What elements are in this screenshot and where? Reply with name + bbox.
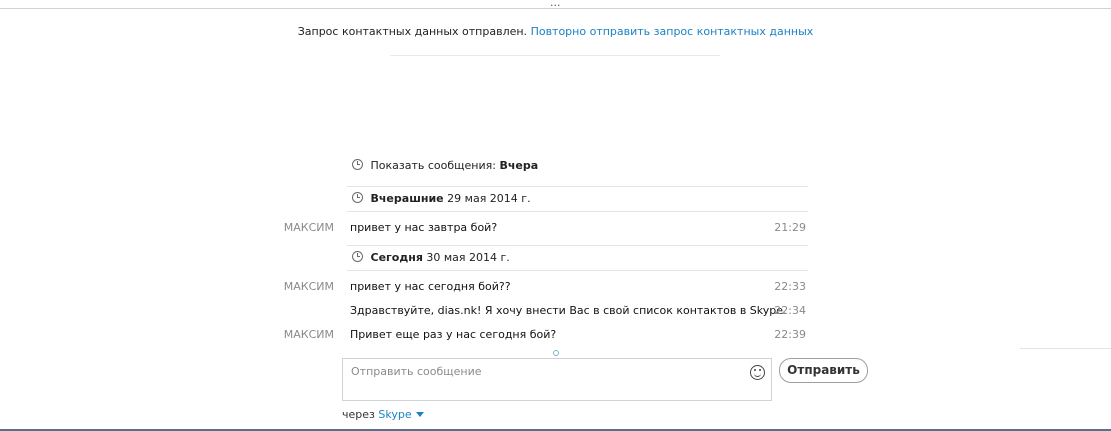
divider xyxy=(347,270,808,271)
send-via: через Skype xyxy=(342,408,424,421)
scroll-indicator xyxy=(553,350,559,356)
day-header-today: Сегодня 30 мая 2014 г. xyxy=(352,251,510,264)
resend-request-link[interactable]: Повторно отправить запрос контактных дан… xyxy=(531,25,814,38)
via-label: через xyxy=(342,408,375,421)
day-date: 30 мая 2014 г. xyxy=(426,251,510,264)
message-time: 22:33 xyxy=(774,280,806,293)
divider xyxy=(347,245,808,246)
dropdown-arrow-icon xyxy=(415,412,424,417)
divider xyxy=(347,211,808,212)
divider xyxy=(1020,348,1111,349)
clock-icon xyxy=(352,192,363,203)
message-time: 22:39 xyxy=(774,328,806,341)
message-text: Здравствуйте, dias.nk! Я хочу внести Вас… xyxy=(350,304,787,317)
clock-icon xyxy=(352,251,363,262)
notice-divider xyxy=(390,55,720,56)
message-sender: МАКСИМ xyxy=(283,221,334,234)
via-service-label: Skype xyxy=(378,408,412,421)
show-messages-header[interactable]: Показать сообщения: Вчера xyxy=(352,159,538,172)
send-button[interactable]: Отправить xyxy=(779,358,868,383)
clock-icon xyxy=(352,159,363,170)
notice-text: Запрос контактных данных отправлен. xyxy=(297,25,528,38)
message-input[interactable]: Отправить сообщение xyxy=(342,358,772,401)
emoticon-icon[interactable] xyxy=(750,365,765,380)
day-label: Вчерашние xyxy=(370,192,444,205)
day-date: 29 мая 2014 г. xyxy=(447,192,531,205)
show-messages-label: Показать сообщения: xyxy=(370,159,496,172)
message-sender: МАКСИМ xyxy=(283,328,334,341)
more-options-dots[interactable]: ... xyxy=(550,0,561,9)
day-header-yesterday: Вчерашние 29 мая 2014 г. xyxy=(352,192,531,205)
via-service-dropdown[interactable]: Skype xyxy=(378,408,424,421)
message-text: привет у нас сегодня бой?? xyxy=(350,280,511,293)
message-text: Привет еще раз у нас сегодня бой? xyxy=(350,328,557,341)
day-label: Сегодня xyxy=(370,251,423,264)
message-sender: МАКСИМ xyxy=(283,280,334,293)
show-messages-value[interactable]: Вчера xyxy=(499,159,538,172)
contact-request-notice: Запрос контактных данных отправлен. Повт… xyxy=(0,25,1111,38)
message-text: привет у нас завтра бой? xyxy=(350,221,498,234)
message-input-placeholder: Отправить сообщение xyxy=(351,365,482,378)
message-time: 22:34 xyxy=(774,304,806,317)
message-time: 21:29 xyxy=(774,221,806,234)
divider xyxy=(347,186,808,187)
